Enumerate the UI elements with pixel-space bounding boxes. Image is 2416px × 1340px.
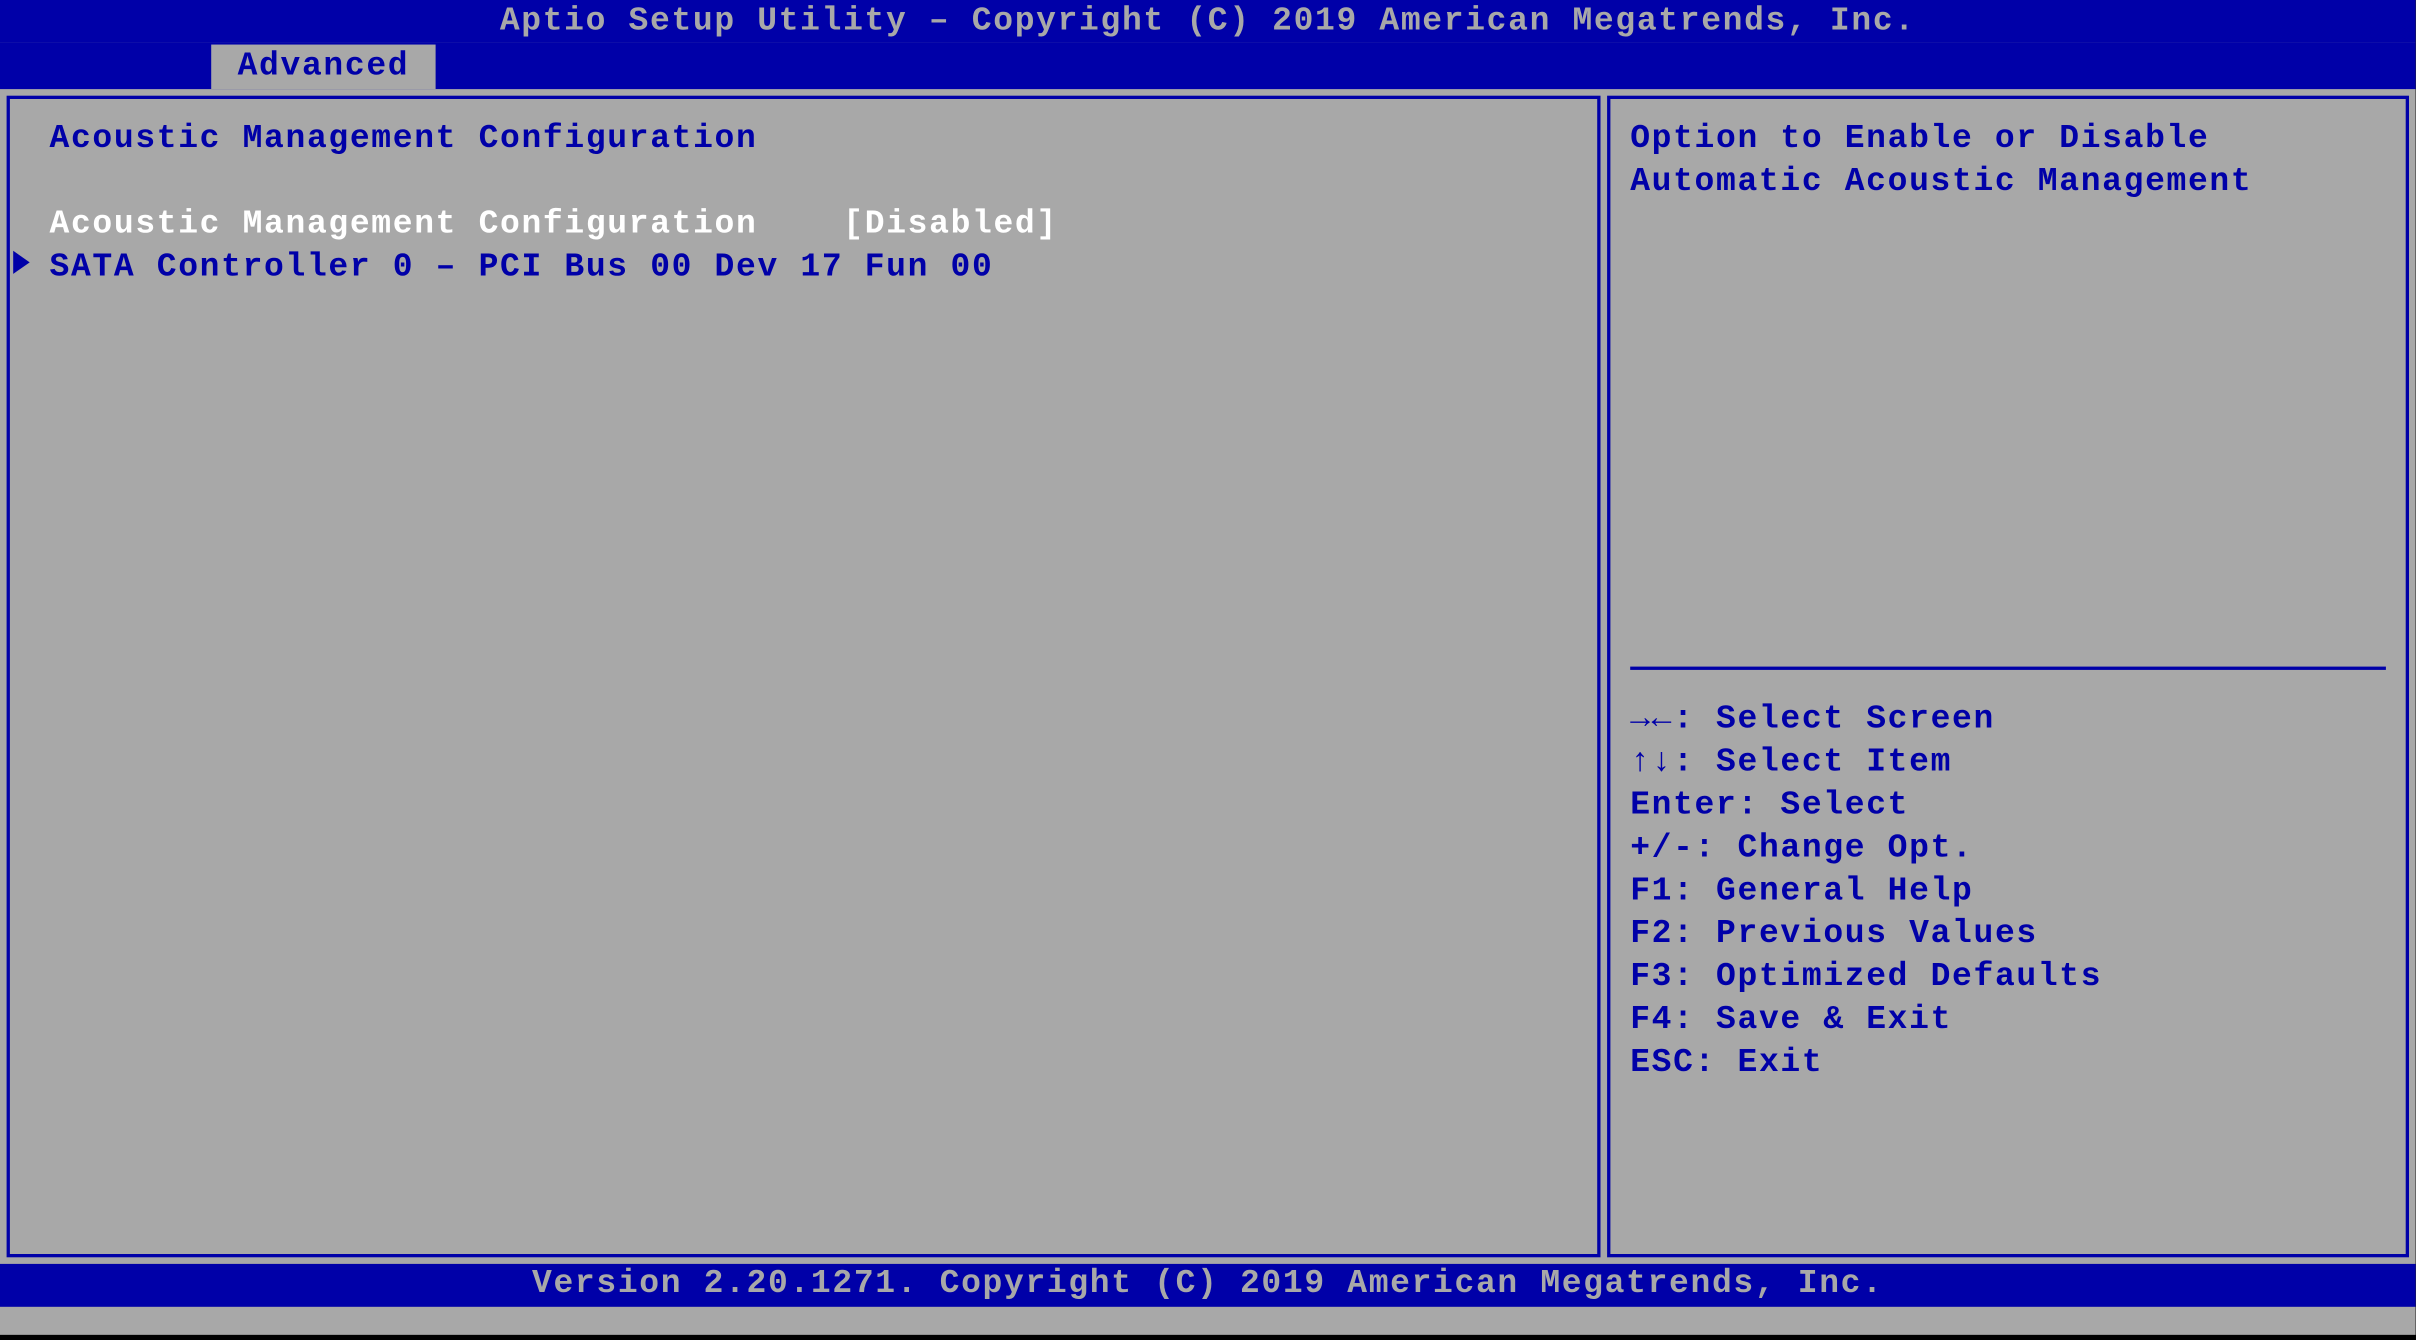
help-text: Option to Enable or Disable Automatic Ac…	[1630, 119, 2386, 205]
submenu-label: SATA Controller 0 – PCI Bus 00 Dev 17 Fu…	[50, 249, 994, 287]
keybind-select: Enter: Select	[1630, 785, 2386, 828]
keybind-select-screen: →←: Select Screen	[1630, 700, 2386, 743]
help-panel: Option to Enable or Disable Automatic Ac…	[1607, 96, 2409, 1258]
main-panel[interactable]: Acoustic Management Configuration Acoust…	[7, 96, 1601, 1258]
section-title: Acoustic Management Configuration	[50, 119, 1558, 162]
footer-bar: Version 2.20.1271. Copyright (C) 2019 Am…	[0, 1264, 2416, 1307]
footer-text: Version 2.20.1271. Copyright (C) 2019 Am…	[532, 1265, 1884, 1303]
tab-bar: Advanced	[0, 43, 2416, 89]
keybind-select-item: ↑↓: Select Item	[1630, 743, 2386, 786]
keybind-previous-values: F2: Previous Values	[1630, 914, 2386, 957]
body-row: Acoustic Management Configuration Acoust…	[0, 89, 2416, 1264]
setting-acoustic-management[interactable]: Acoustic Management Configuration [Disab…	[50, 205, 1558, 248]
tab-advanced[interactable]: Advanced	[211, 45, 435, 90]
tab-label: Advanced	[238, 48, 410, 86]
keybind-exit: ESC: Exit	[1630, 1043, 2386, 1086]
help-divider	[1630, 667, 2386, 670]
bios-setup-utility: Aptio Setup Utility – Copyright (C) 2019…	[0, 0, 2416, 1335]
submenu-sata-controller-0[interactable]: SATA Controller 0 – PCI Bus 00 Dev 17 Fu…	[50, 248, 1558, 291]
header-bar: Aptio Setup Utility – Copyright (C) 2019…	[0, 0, 2416, 43]
keybind-save-exit: F4: Save & Exit	[1630, 1000, 2386, 1043]
keybind-optimized-defaults: F3: Optimized Defaults	[1630, 957, 2386, 1000]
submenu-arrow-icon	[13, 251, 30, 274]
keybind-general-help: F1: General Help	[1630, 871, 2386, 914]
header-title: Aptio Setup Utility – Copyright (C) 2019…	[500, 2, 1916, 40]
keybind-change-opt: +/-: Change Opt.	[1630, 828, 2386, 871]
keybinds-list: →←: Select Screen ↑↓: Select Item Enter:…	[1630, 700, 2386, 1086]
setting-value: [Disabled]	[843, 205, 1058, 248]
setting-label: Acoustic Management Configuration	[50, 205, 758, 248]
